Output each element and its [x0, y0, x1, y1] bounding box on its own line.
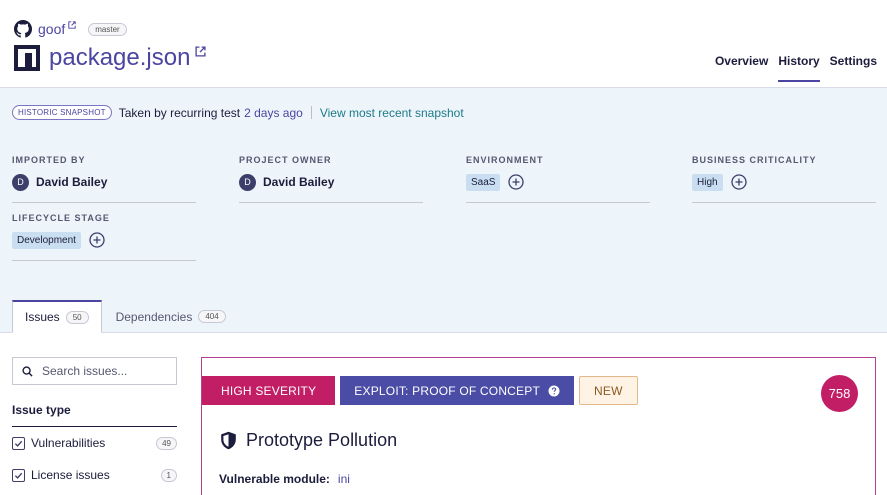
filter-vulnerabilities[interactable]: Vulnerabilities 49 — [12, 436, 177, 450]
filter-count: 1 — [160, 468, 177, 482]
divider — [12, 202, 196, 203]
filter-section-title: Issue type — [12, 403, 177, 427]
filter-label: License issues — [31, 468, 110, 482]
project-tabs: Overview History Settings — [715, 54, 877, 82]
exploit-badge: EXPLOIT: PROOF OF CONCEPT — [340, 376, 574, 405]
meta-label: ENVIRONMENT — [466, 155, 544, 165]
title-line: package.json — [14, 44, 206, 72]
search-icon — [22, 365, 33, 377]
divider — [310, 106, 312, 119]
meta-value: D David Bailey — [239, 172, 423, 192]
exploit-label: EXPLOIT: PROOF OF CONCEPT — [354, 383, 540, 398]
issue-title-row: Prototype Pollution — [220, 430, 397, 451]
external-link-icon[interactable] — [68, 21, 76, 29]
project-owner-name: David Bailey — [263, 175, 335, 189]
vulnerable-module-row: Vulnerable module: ini — [219, 472, 350, 486]
issue-title[interactable]: Prototype Pollution — [246, 430, 397, 451]
tab-history[interactable]: History — [778, 54, 820, 82]
checkbox[interactable] — [12, 436, 25, 450]
npm-icon — [14, 45, 40, 71]
meta-value: SaaS — [466, 172, 650, 192]
view-recent-snapshot-link[interactable]: View most recent snapshot — [320, 106, 464, 120]
snapshot-time: 2 days ago — [244, 105, 303, 120]
meta-label: BUSINESS CRITICALITY — [692, 155, 817, 165]
meta-label: IMPORTED BY — [12, 155, 86, 165]
historic-snapshot-badge: HISTORIC SNAPSHOT — [12, 105, 112, 120]
snapshot-taken-by: Taken by recurring test — [118, 105, 241, 120]
shield-icon — [221, 431, 236, 450]
criticality-tag: High — [692, 173, 723, 191]
meta-project-owner: PROJECT OWNER D David Bailey — [239, 155, 423, 203]
page-title: package.json — [49, 44, 191, 71]
help-icon[interactable] — [548, 385, 560, 397]
meta-environment: ENVIRONMENT SaaS — [466, 155, 650, 203]
search-input[interactable] — [42, 364, 172, 378]
meta-label: PROJECT OWNER — [239, 155, 332, 165]
issues-count: 50 — [65, 310, 89, 324]
dependencies-count: 404 — [198, 310, 226, 323]
issue-card: HIGH SEVERITY EXPLOIT: PROOF OF CONCEPT … — [201, 357, 876, 495]
snapshot-info: HISTORIC SNAPSHOT Taken by recurring tes… — [12, 105, 464, 120]
imported-by-name: David Bailey — [36, 175, 108, 189]
severity-badge: HIGH SEVERITY — [202, 376, 336, 405]
filter-count: 49 — [156, 436, 177, 450]
check-icon — [14, 440, 23, 447]
environment-tag: SaaS — [466, 173, 501, 191]
meta-imported-by: IMPORTED BY D David Bailey — [12, 155, 196, 203]
new-badge: NEW — [579, 376, 638, 405]
meta-value: High — [692, 172, 876, 192]
filter-license-issues[interactable]: License issues 1 — [12, 468, 177, 482]
branch-badge: master — [88, 22, 127, 36]
repo-link[interactable]: goof — [38, 21, 65, 37]
tab-label: Issues — [25, 310, 60, 324]
lifecycle-tag: Development — [12, 231, 81, 249]
tab-settings[interactable]: Settings — [830, 54, 877, 82]
github-icon — [14, 20, 32, 38]
avatar: D — [239, 173, 256, 191]
meta-business-criticality: BUSINESS CRITICALITY High — [692, 155, 876, 203]
checkbox[interactable] — [12, 468, 25, 482]
snapshot-panel: HISTORIC SNAPSHOT Taken by recurring tes… — [0, 88, 887, 333]
external-link-icon[interactable] — [195, 45, 206, 57]
field-label: Vulnerable module: — [219, 472, 330, 486]
meta-value: Development — [12, 230, 196, 250]
filter-label: Vulnerabilities — [31, 436, 106, 450]
issue-tabs: Issues 50 Dependencies 404 — [12, 300, 238, 333]
tab-dependencies[interactable]: Dependencies 404 — [102, 300, 238, 333]
meta-lifecycle-stage: LIFECYCLE STAGE Development — [12, 213, 196, 261]
tab-issues[interactable]: Issues 50 — [12, 300, 102, 333]
meta-label: LIFECYCLE STAGE — [12, 213, 110, 223]
check-icon — [14, 472, 23, 479]
meta-value: D David Bailey — [12, 172, 196, 192]
divider — [239, 202, 423, 203]
add-lifecycle-icon[interactable] — [89, 232, 105, 248]
project-header: goof master package.json Overview Histor… — [0, 0, 887, 88]
divider — [692, 202, 876, 203]
divider — [12, 260, 196, 261]
tab-overview[interactable]: Overview — [715, 54, 768, 82]
avatar: D — [12, 173, 29, 191]
repo-line: goof master — [14, 20, 127, 38]
issue-badges: HIGH SEVERITY EXPLOIT: PROOF OF CONCEPT … — [202, 376, 638, 405]
add-criticality-icon[interactable] — [730, 174, 747, 190]
search-box — [12, 357, 177, 385]
divider — [466, 202, 650, 203]
vulnerable-module-link[interactable]: ini — [338, 472, 350, 486]
add-environment-icon[interactable] — [508, 174, 525, 190]
priority-score: 758 — [821, 375, 858, 412]
tab-label: Dependencies — [115, 309, 193, 324]
